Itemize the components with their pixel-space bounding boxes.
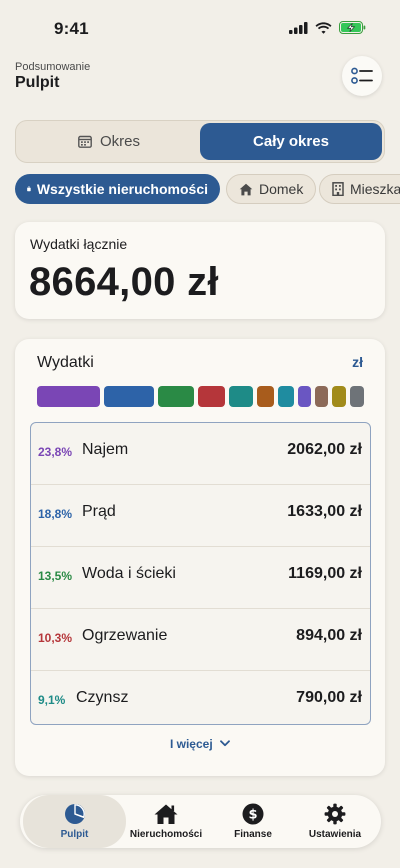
expense-amount: 2062,00 zł [287,441,362,458]
status-icons [289,21,366,34]
building-icon [332,182,344,196]
expense-percent: 18,8% [38,507,73,521]
pie-chart-icon [64,804,85,824]
chip-mieszkanie[interactable]: Mieszkanie [319,174,400,204]
tab-finanse[interactable]: $ Finanse [208,795,298,848]
chip-domek[interactable]: Domek [226,174,317,204]
tab-okres[interactable]: Okres [18,123,200,160]
bar-segment [158,386,194,407]
tab-okres-label: Okres [99,133,140,150]
bottom-tab-bar: Pulpit Nieruchomości $ Finanse Ustawieni… [20,795,381,848]
chip-all-properties-label: Wszystkie nieruchomości [36,181,208,197]
bar-segment [104,386,154,407]
property-filter-chips: Wszystkie nieruchomości Domek Mieszkanie [15,174,400,204]
chevron-down-icon [220,740,230,747]
expense-name: Woda i ścieki [82,565,176,582]
expense-row-prad[interactable]: 18,8% Prąd 1633,00 zł [31,485,370,547]
bar-segment [37,386,100,407]
tab-finanse-label: Finanse [234,829,272,840]
chip-all-properties[interactable]: Wszystkie nieruchomości [15,174,220,204]
list-filter-button[interactable] [342,56,382,96]
cellular-signal-icon [289,21,308,34]
bar-segment [332,386,346,407]
expense-percent: 13,5% [38,569,73,583]
dollar-circle-icon: $ [242,803,264,825]
bar-segment [350,386,364,407]
wifi-icon [315,21,332,34]
expense-row-woda[interactable]: 13,5% Woda i ścieki 1169,00 zł [31,547,370,609]
expense-row-najem[interactable]: 23,8% Najem 2062,00 zł [31,423,370,485]
expense-amount: 790,00 zł [296,689,362,706]
bag-icon [27,186,31,192]
show-more-button[interactable]: I więcej [15,737,385,751]
gear-icon [324,803,346,825]
expense-percent: 10,3% [38,631,73,645]
bar-segment [315,386,328,407]
total-expenses-amount: 8664,00 zł [29,260,219,304]
total-expenses-label: Wydatki łącznie [30,236,128,252]
expense-percent: 9,1% [38,693,66,707]
chip-mieszkanie-label: Mieszkanie [350,181,400,197]
expenses-card: Wydatki zł 23,8% Najem 2062,00 zł 18,8% … [15,339,385,776]
svg-text:$: $ [248,808,257,823]
bar-segment [229,386,253,407]
bar-segment [278,386,294,407]
house-icon [154,804,178,824]
bar-segment [198,386,225,407]
expense-row-ogrzewanie[interactable]: 10,3% Ogrzewanie 894,00 zł [31,609,370,671]
tab-ustawienia-label: Ustawienia [308,829,362,840]
chip-domek-label: Domek [259,181,304,197]
bar-segment [298,386,311,407]
tab-pulpit[interactable]: Pulpit [23,795,126,848]
bar-segment [257,386,274,407]
expense-amount: 894,00 zł [296,627,362,644]
expense-name: Ogrzewanie [82,627,168,644]
expense-amount: 1169,00 zł [288,565,362,582]
expenses-title: Wydatki [37,354,94,371]
period-segmented-control: Okres Cały okres [15,120,385,163]
show-more-label: I więcej [169,737,213,751]
expense-category-bar [37,386,365,407]
currency-label: zł [352,354,363,370]
tab-caly-okres-label: Cały okres [253,133,329,150]
checklist-icon [351,67,373,84]
page-subtitle: Podsumowanie [15,61,91,73]
tab-nieruchomosci[interactable]: Nieruchomości [124,795,208,848]
tab-nieruchomosci-label: Nieruchomości [129,829,203,840]
expense-amount: 1633,00 zł [287,503,362,520]
battery-charging-icon [339,21,366,34]
tab-pulpit-label: Pulpit [60,829,89,840]
tab-caly-okres[interactable]: Cały okres [200,123,382,160]
expense-name: Czynsz [76,689,129,706]
calendar-icon [78,135,92,148]
expense-name: Prąd [82,503,116,520]
total-expenses-card: Wydatki łącznie 8664,00 zł [15,222,385,319]
expense-list: 23,8% Najem 2062,00 zł 18,8% Prąd 1633,0… [30,422,371,725]
status-time: 9:41 [54,19,89,38]
expense-percent: 23,8% [38,445,73,459]
expense-row-czynsz[interactable]: 9,1% Czynsz 790,00 zł [31,671,370,724]
status-bar: 9:41 [0,0,400,56]
house-icon [239,183,253,195]
tab-ustawienia[interactable]: Ustawienia [292,795,378,848]
expense-name: Najem [82,441,129,458]
page-title: Pulpit [15,74,60,91]
